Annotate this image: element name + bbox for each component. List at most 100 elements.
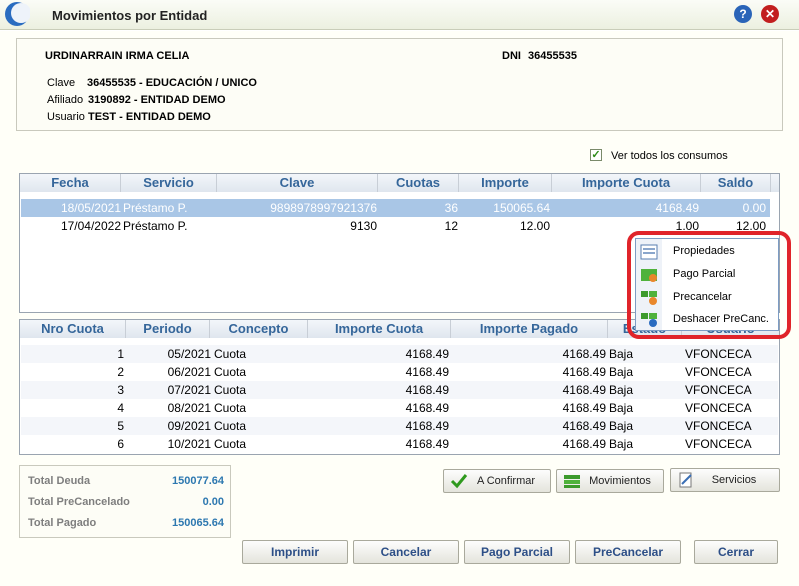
cell-concepto: Cuota [214,365,247,379]
cell-importe: 12.00 [519,219,550,233]
col-importe-pagado[interactable]: Importe Pagado [451,320,608,338]
table-row[interactable]: 18/05/2021 Préstamo P. 9898978997921376 … [21,199,770,217]
pago-parcial-button[interactable]: Pago Parcial [464,540,570,564]
cell-nro-cuota: 3 [117,383,124,397]
close-icon[interactable]: ✕ [761,5,779,23]
table-row[interactable]: 4 08/2021 Cuota 4168.49 4168.49 Baja VFONCECA [21,399,778,417]
total-deuda-label: Total Deuda [28,475,91,487]
cell-importe-pagado: 4168.49 [562,383,606,397]
ver-todos-checkbox[interactable]: ✓ [590,149,602,161]
clave-label: Clave [47,77,76,89]
cell-importe-pagado: 4168.49 [562,347,606,361]
a-confirmar-label: A Confirmar [476,475,536,487]
cell-estado: Baja [609,347,634,361]
table-row[interactable]: 5 09/2021 Cuota 4168.49 4168.49 Baja VFONCECA [21,417,778,435]
cell-concepto: Cuota [214,347,247,361]
ver-todos-label: Ver todos los consumos [611,150,728,162]
col-importe[interactable]: Importe [459,174,552,192]
cell-importe-cuota: 4168.49 [405,419,449,433]
cell-importe-pagado: 4168.49 [562,365,606,379]
col-servicio[interactable]: Servicio [121,174,217,192]
cell-clave: 9898978997921376 [270,201,377,215]
total-pagado-value: 150065.64 [172,517,224,529]
cell-usuario: VFONCECA [685,401,752,415]
col-importe-cuota[interactable]: Importe Cuota [552,174,701,192]
servicios-button[interactable]: Servicios [670,468,780,492]
cell-periodo: 06/2021 [167,365,211,379]
app-logo-icon [5,2,30,26]
cell-importe: 150065.64 [493,201,550,215]
cell-importe-pagado: 4168.49 [562,419,606,433]
table-row[interactable]: 6 10/2021 Cuota 4168.49 4168.49 Baja VFONCECA [21,435,778,453]
cell-nro-cuota: 5 [117,419,124,433]
cell-estado: Baja [609,437,634,451]
title-bar: Movimientos por Entidad ? ✕ [0,0,799,30]
totals-panel: Total Deuda 150077.64 Total PreCancelado… [19,465,231,538]
cell-usuario: VFONCECA [685,419,752,433]
cerrar-button[interactable]: Cerrar [694,540,778,564]
money-stack-icon [564,475,580,488]
cell-periodo: 08/2021 [167,401,211,415]
col-cuotas[interactable]: Cuotas [378,174,459,192]
cell-importe-cuota: 4168.49 [405,437,449,451]
imprimir-button[interactable]: Imprimir [242,540,348,564]
total-precancel-label: Total PreCancelado [28,496,130,508]
col-fecha[interactable]: Fecha [20,174,121,192]
cell-concepto: Cuota [214,383,247,397]
total-pagado-label: Total Pagado [28,517,97,529]
afiliado-label: Afiliado [47,94,84,106]
col-importe-cuota[interactable]: Importe Cuota [308,320,451,338]
cell-concepto: Cuota [214,437,247,451]
table-row[interactable]: 3 07/2021 Cuota 4168.49 4168.49 Baja VFONCECA [21,381,778,399]
cell-servicio: Préstamo P. [123,219,188,233]
cell-fecha: 18/05/2021 [60,201,121,215]
cell-saldo: 0.00 [742,201,766,215]
cell-usuario: VFONCECA [685,365,752,379]
installments-grid: Nro Cuota Periodo Concepto Importe Cuota… [19,319,780,455]
checkmark-icon [450,474,468,489]
cell-importe-pagado: 4168.49 [562,437,606,451]
col-saldo[interactable]: Saldo [701,174,771,192]
cell-periodo: 10/2021 [167,437,211,451]
cell-clave: 9130 [350,219,377,233]
cell-periodo: 05/2021 [167,347,211,361]
movimientos-button[interactable]: Movimientos [556,469,664,493]
usuario-value: TEST - ENTIDAD DEMO [88,111,211,123]
precancelar-button[interactable]: PreCancelar [575,540,681,564]
cell-importe-cuota: 4168.49 [405,383,449,397]
cell-estado: Baja [609,365,634,379]
cell-usuario: VFONCECA [685,437,752,451]
table-row[interactable]: 2 06/2021 Cuota 4168.49 4168.49 Baja VFONCECA [21,363,778,381]
cell-cuotas: 36 [444,201,458,215]
cell-estado: Baja [609,401,634,415]
cell-fecha: 17/04/2022 [60,219,121,233]
highlight-annotation [627,231,791,339]
cell-nro-cuota: 6 [117,437,124,451]
cell-importe-cuota: 4168.49 [405,401,449,415]
person-info-panel: URDINARRAIN IRMA CELIA DNI 36455535 Clav… [16,38,783,131]
a-confirmar-button[interactable]: A Confirmar [443,469,551,493]
cell-periodo: 09/2021 [167,419,211,433]
table-row[interactable]: 1 05/2021 Cuota 4168.49 4168.49 Baja VFONCECA [21,345,778,363]
cell-nro-cuota: 2 [117,365,124,379]
clave-value: 36455535 - EDUCACIÓN / UNICO [87,77,257,89]
help-icon[interactable]: ? [734,5,752,23]
person-name: URDINARRAIN IRMA CELIA [45,50,190,62]
cell-nro-cuota: 4 [117,401,124,415]
cell-periodo: 07/2021 [167,383,211,397]
cell-importe-pagado: 4168.49 [562,401,606,415]
cell-importe-cuota: 4168.49 [655,201,699,215]
col-filler [771,174,779,192]
col-periodo[interactable]: Periodo [126,320,210,338]
cell-estado: Baja [609,419,634,433]
total-precancel-value: 0.00 [202,496,224,508]
col-nro-cuota[interactable]: Nro Cuota [20,320,126,338]
cell-nro-cuota: 1 [117,347,124,361]
cancelar-button[interactable]: Cancelar [353,540,459,564]
document-pen-icon [679,472,692,488]
servicios-label: Servicios [711,474,757,486]
cell-cuotas: 12 [444,219,458,233]
col-clave[interactable]: Clave [217,174,378,192]
afiliado-value: 3190892 - ENTIDAD DEMO [88,94,226,106]
col-concepto[interactable]: Concepto [210,320,308,338]
